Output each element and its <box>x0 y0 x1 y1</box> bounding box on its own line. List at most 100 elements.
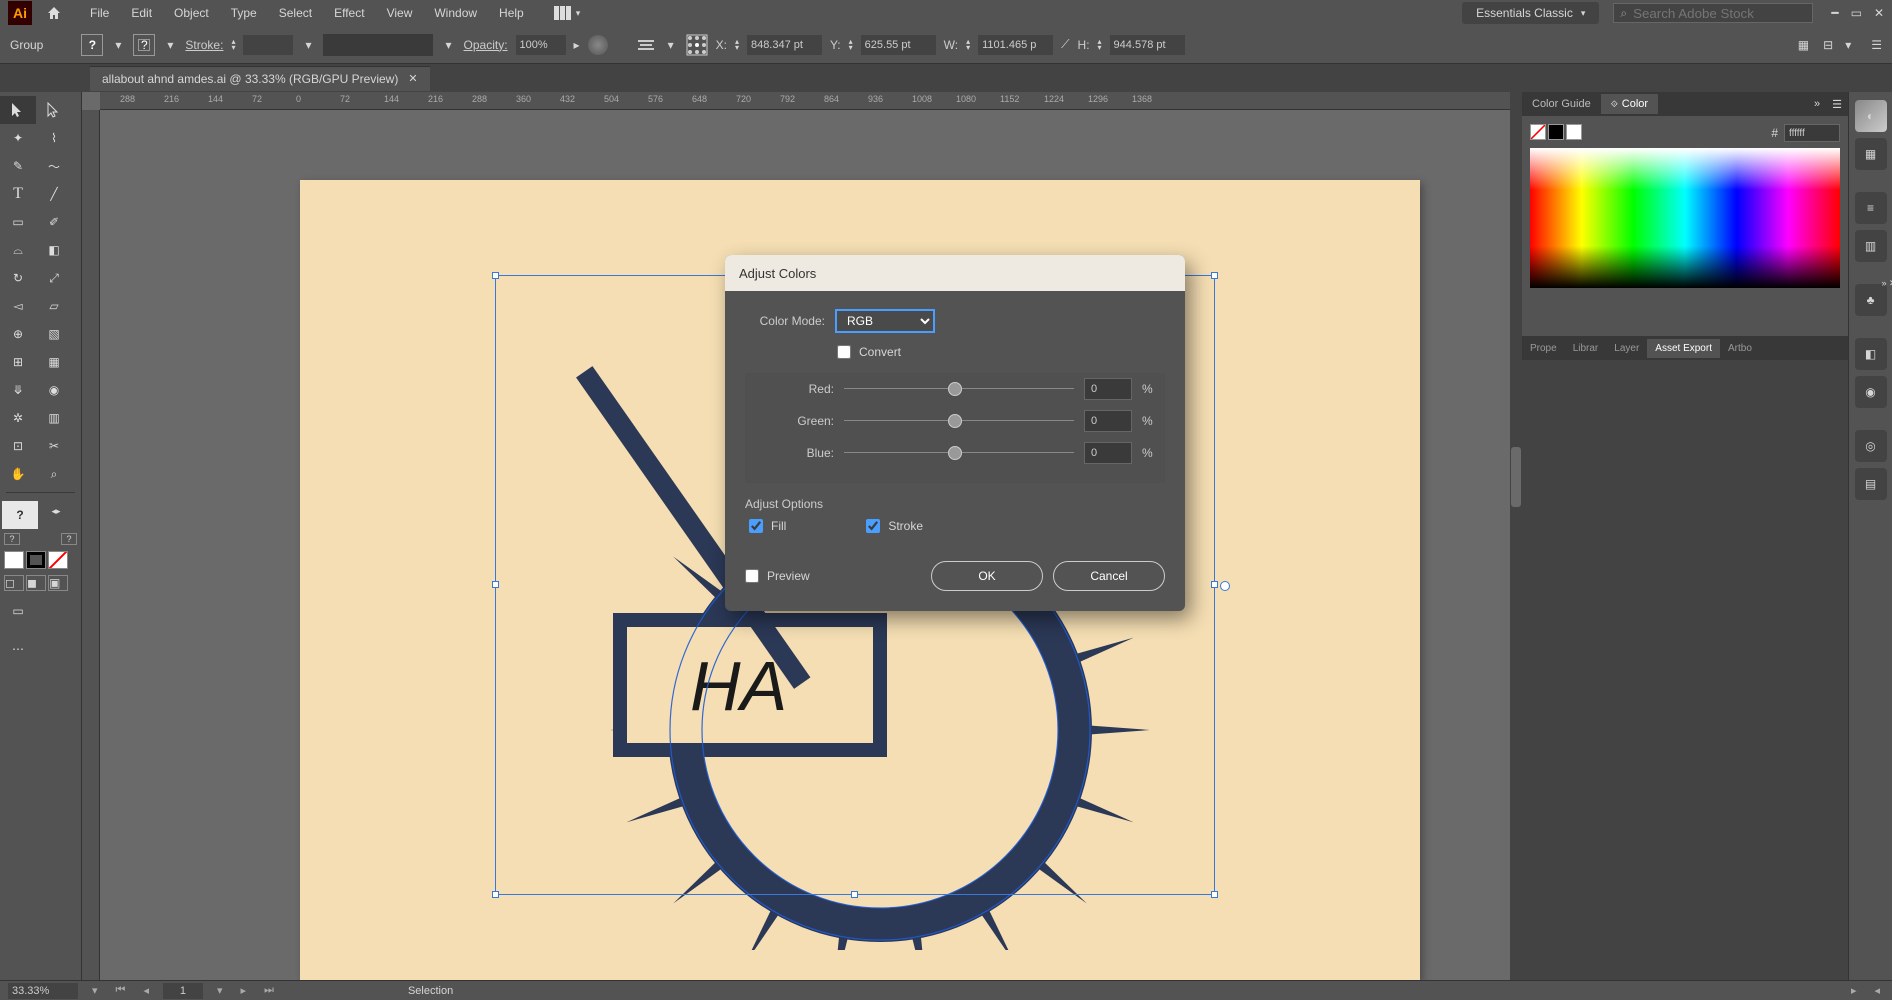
shape-mode-icon[interactable]: ▦ <box>1798 38 1809 52</box>
menu-help[interactable]: Help <box>489 2 534 24</box>
hex-input[interactable] <box>1784 124 1840 142</box>
document-tab[interactable]: allabout ahnd amdes.ai @ 33.33% (RGB/GPU… <box>90 66 430 91</box>
graph-tool[interactable]: ▥ <box>36 404 72 432</box>
w-input[interactable] <box>978 35 1053 55</box>
ruler-horizontal[interactable]: 288 216 144 72 0 72 144 216 288 360 432 … <box>100 92 1522 110</box>
dock-color-icon[interactable]: ◐ <box>1855 100 1887 132</box>
free-transform-tool[interactable]: ▱ <box>36 292 72 320</box>
tab-layers[interactable]: Layer <box>1606 339 1647 358</box>
brush-definition[interactable] <box>323 34 433 56</box>
blue-value-input[interactable] <box>1084 442 1132 464</box>
shaper-tool[interactable]: ⌓ <box>0 236 36 264</box>
tab-color[interactable]: ⟐Color <box>1601 94 1658 114</box>
stroke-color-box[interactable] <box>26 551 46 569</box>
h-stepper[interactable]: ▴▾ <box>1098 39 1102 51</box>
stroke-dropdown[interactable]: ▾ <box>163 38 177 52</box>
menu-object[interactable]: Object <box>164 2 219 24</box>
controlbar-more[interactable]: ▾ <box>1841 38 1855 52</box>
next-artboard-icon[interactable]: ▸ <box>237 984 251 997</box>
menu-effect[interactable]: Effect <box>324 2 374 24</box>
zoom-input[interactable] <box>8 983 78 999</box>
hscroll-left[interactable]: ▸ <box>1847 984 1861 997</box>
dock-collapse-icon[interactable]: » ✕ <box>1881 278 1892 289</box>
brush-drop[interactable]: ▾ <box>441 38 455 52</box>
ruler-vertical[interactable] <box>82 110 100 980</box>
stroke-option[interactable]: Stroke <box>866 519 923 533</box>
stroke-weight-stepper[interactable]: ▴▾ <box>231 39 235 51</box>
lasso-tool[interactable]: ⌇ <box>36 124 72 152</box>
zoom-tool[interactable]: ⌕ <box>36 460 72 488</box>
stroke-weight-input[interactable] <box>243 35 293 55</box>
mesh-tool[interactable]: ⊞ <box>0 348 36 376</box>
shape-builder-tool[interactable]: ⊕ <box>0 320 36 348</box>
paintbrush-tool[interactable]: ✐ <box>36 208 72 236</box>
direct-selection-tool[interactable] <box>36 96 72 124</box>
blue-slider[interactable] <box>844 443 1074 463</box>
stroke-mode-swatch[interactable]: ? <box>61 533 77 545</box>
gradient-tool[interactable]: ▦ <box>36 348 72 376</box>
dock-layers-icon[interactable]: ▤ <box>1855 468 1887 500</box>
red-slider[interactable] <box>844 379 1074 399</box>
align-drop[interactable]: ▾ <box>664 38 678 52</box>
green-value-input[interactable] <box>1084 410 1132 432</box>
y-input[interactable] <box>861 35 936 55</box>
opacity-arrow-icon[interactable]: ▸ <box>574 38 580 52</box>
menu-window[interactable]: Window <box>424 2 487 24</box>
sel-handle-e[interactable] <box>1211 581 1218 588</box>
dock-graphic-styles-icon[interactable]: ◎ <box>1855 430 1887 462</box>
align-icon[interactable] <box>636 36 656 54</box>
y-stepper[interactable]: ▴▾ <box>849 39 853 51</box>
preview-checkbox[interactable] <box>745 569 759 583</box>
hand-tool[interactable]: ✋ <box>0 460 36 488</box>
sel-handle-s[interactable] <box>851 891 858 898</box>
tab-libraries[interactable]: Librar <box>1565 339 1607 358</box>
stroke-checkbox[interactable] <box>866 519 880 533</box>
menu-edit[interactable]: Edit <box>121 2 162 24</box>
fill-checkbox[interactable] <box>749 519 763 533</box>
dock-swatches-icon[interactable]: ▦ <box>1855 138 1887 170</box>
none-swatch[interactable] <box>1530 124 1546 140</box>
sel-handle-ne[interactable] <box>1211 272 1218 279</box>
fill-dropdown[interactable]: ▾ <box>111 38 125 52</box>
panel-menu-icon[interactable]: ☰ <box>1871 38 1882 52</box>
artboard-number-input[interactable] <box>163 983 203 999</box>
dock-appearance-icon[interactable]: ◉ <box>1855 376 1887 408</box>
stroke-weight-drop[interactable]: ▾ <box>301 38 315 52</box>
rotation-handle[interactable] <box>1220 581 1230 591</box>
draw-normal-icon[interactable]: ◻ <box>4 575 24 591</box>
none-color-box[interactable] <box>48 551 68 569</box>
w-stepper[interactable]: ▴▾ <box>966 39 970 51</box>
fill-mode-swatch[interactable]: ? <box>4 533 20 545</box>
tab-color-guide[interactable]: Color Guide <box>1522 94 1601 114</box>
hscroll-right[interactable]: ◂ <box>1870 984 1884 997</box>
perspective-tool[interactable]: ▧ <box>36 320 72 348</box>
x-stepper[interactable]: ▴▾ <box>735 39 739 51</box>
draw-behind-icon[interactable]: ◼ <box>26 575 46 591</box>
green-slider[interactable] <box>844 411 1074 431</box>
tab-properties[interactable]: Prope <box>1522 339 1565 358</box>
first-artboard-icon[interactable]: ⏮ <box>112 984 130 997</box>
sel-handle-nw[interactable] <box>492 272 499 279</box>
tab-close-icon[interactable]: ✕ <box>408 72 417 85</box>
toolbox-help-button[interactable]: ? <box>2 501 38 529</box>
sel-handle-w[interactable] <box>492 581 499 588</box>
dialog-titlebar[interactable]: Adjust Colors <box>725 255 1185 291</box>
edit-toolbar-icon[interactable]: ⋯ <box>0 635 36 663</box>
arrange-docs-icon[interactable]: ▾ <box>554 6 581 20</box>
v-scroll-thumb[interactable] <box>1511 447 1521 507</box>
black-swatch[interactable] <box>1548 124 1564 140</box>
last-artboard-icon[interactable]: ⏭ <box>260 984 278 997</box>
menu-type[interactable]: Type <box>221 2 267 24</box>
eyedropper-tool[interactable]: ⤋ <box>0 376 36 404</box>
color-spectrum[interactable] <box>1530 148 1840 288</box>
curvature-tool[interactable]: 〜 <box>36 152 72 180</box>
h-input[interactable] <box>1110 35 1185 55</box>
scale-tool[interactable]: ⤢ <box>36 264 72 292</box>
artboard-tool[interactable]: ⊡ <box>0 432 36 460</box>
x-input[interactable] <box>747 35 822 55</box>
minimize-icon[interactable]: ━ <box>1831 6 1838 20</box>
prev-artboard-icon[interactable]: ◂ <box>139 984 153 997</box>
blend-tool[interactable]: ◉ <box>36 376 72 404</box>
home-icon[interactable] <box>42 1 66 25</box>
recolor-icon[interactable] <box>588 35 608 55</box>
